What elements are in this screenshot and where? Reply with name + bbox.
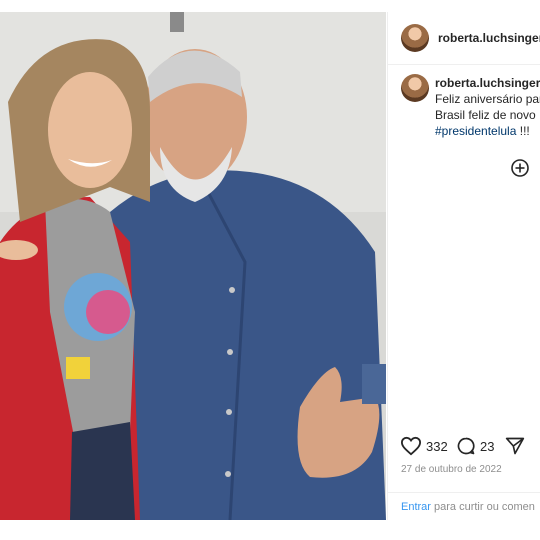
caption-line-3: #presidentelula !!! — [435, 124, 530, 138]
post-photo-illustration — [0, 12, 386, 520]
caption-suffix: !!! — [516, 124, 530, 138]
caption-avatar[interactable] — [401, 74, 429, 102]
share-action[interactable] — [505, 436, 525, 456]
like-count: 332 — [426, 438, 448, 454]
comment-icon[interactable] — [456, 436, 476, 456]
send-icon[interactable] — [505, 436, 525, 456]
caption-line-2: Brasil feliz de novo ! — [435, 108, 540, 122]
post-photo[interactable] — [0, 12, 386, 520]
like-action[interactable]: 332 — [400, 436, 448, 456]
post-date: 27 de outubro de 2022 — [401, 464, 502, 475]
caption-username[interactable]: roberta.luchsinger — [435, 76, 540, 90]
login-prompt: Entrar para curtir ou comen — [388, 492, 540, 521]
author-avatar[interactable] — [401, 24, 429, 52]
post-actions: 332 23 — [400, 436, 540, 458]
login-link[interactable]: Entrar — [401, 501, 431, 513]
post-header: roberta.luchsinger — [388, 12, 540, 65]
comment-action[interactable]: 23 — [456, 436, 494, 456]
caption-line-1: Feliz aniversário para — [435, 92, 540, 106]
hashtag-link[interactable]: #presidentelula — [435, 124, 516, 138]
author-username[interactable]: roberta.luchsinger — [438, 31, 540, 45]
login-text: para curtir ou comen — [430, 501, 535, 513]
comment-count: 23 — [480, 438, 495, 454]
caption-username-row: roberta.luchsinger — [435, 76, 540, 90]
post-side-panel: roberta.luchsinger roberta.luchsinger Fe… — [387, 12, 540, 520]
plus-circle-icon[interactable] — [511, 159, 529, 177]
login-prompt-text: Entrar para curtir ou comen — [401, 501, 535, 513]
heart-icon[interactable] — [400, 436, 422, 456]
